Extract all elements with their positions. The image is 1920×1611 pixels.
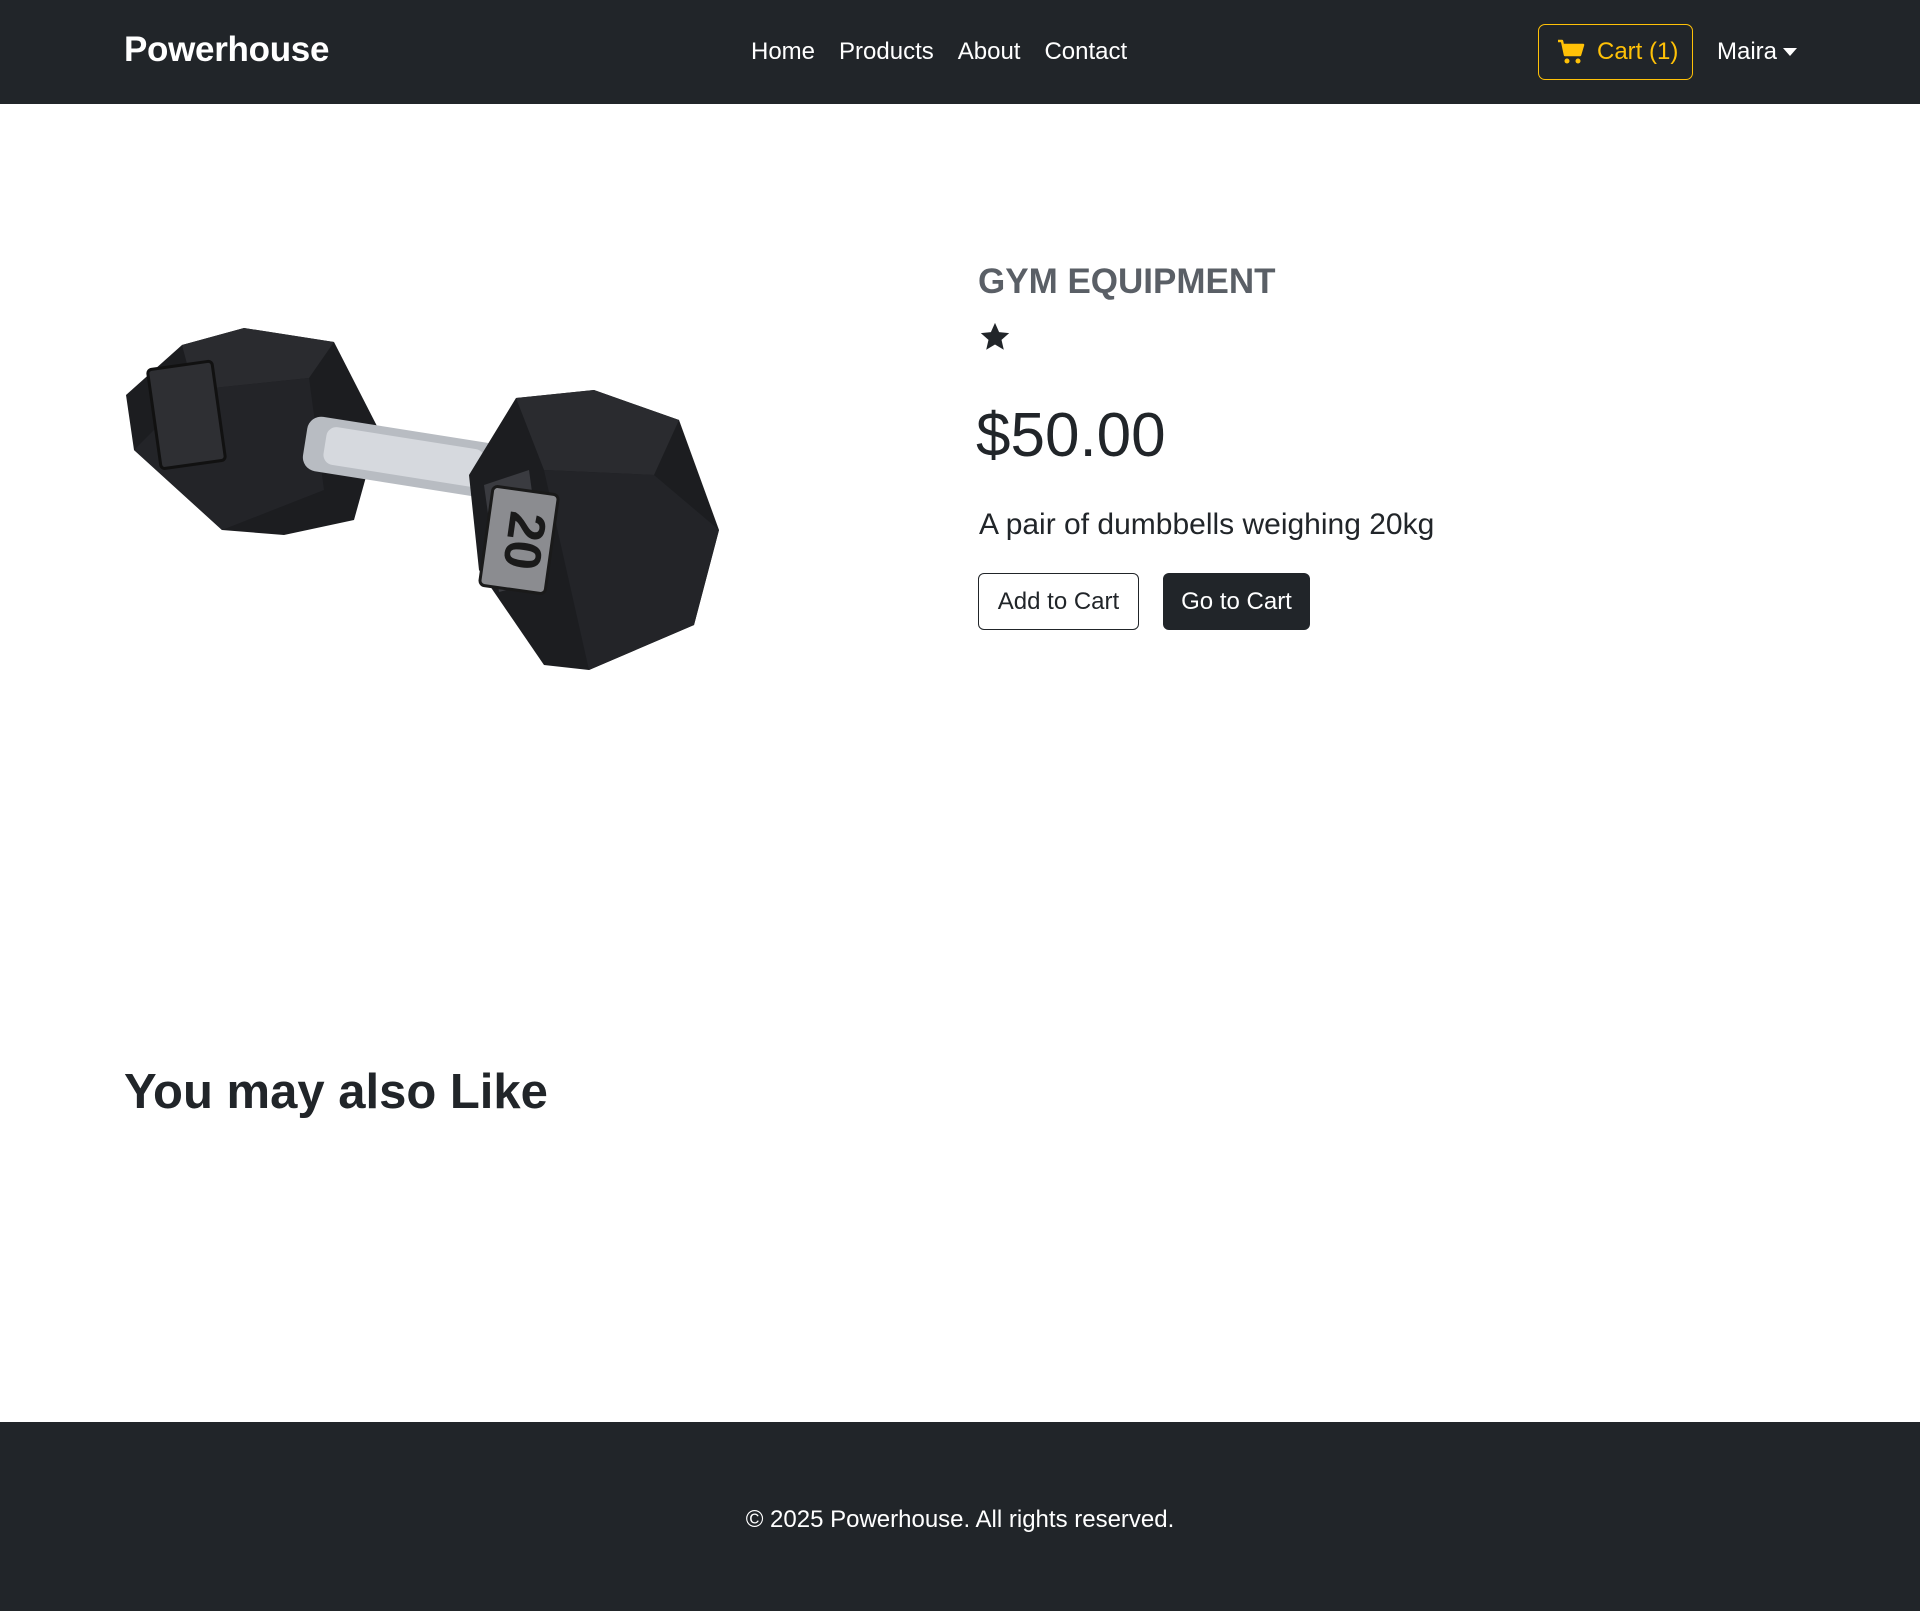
product-price: $50.00 [976, 401, 1166, 470]
chevron-down-icon [1783, 48, 1798, 56]
add-to-cart-button[interactable]: Add to Cart [978, 573, 1139, 630]
nav-link-contact[interactable]: Contact [1044, 38, 1127, 66]
user-dropdown[interactable]: Maira [1717, 38, 1798, 66]
cart-label: Cart (1) [1597, 38, 1679, 65]
footer-copyright: © 2025 Powerhouse. All rights reserved. [745, 1506, 1175, 1533]
product-image: 20 [126, 328, 719, 670]
brand-logo[interactable]: Powerhouse [124, 30, 329, 70]
cart-icon [1558, 39, 1585, 64]
user-name: Maira [1717, 38, 1778, 65]
star-icon [980, 322, 1010, 350]
recommendations-title: You may also Like [124, 1065, 548, 1119]
weight-label: 20 [491, 508, 556, 573]
nav-link-products[interactable]: Products [839, 38, 934, 66]
nav-links: Home Products About Contact [751, 38, 1151, 66]
product-description: A pair of dumbbells weighing 20kg [979, 508, 1435, 541]
nav-link-home[interactable]: Home [751, 38, 815, 66]
go-to-cart-button[interactable]: Go to Cart [1163, 573, 1310, 630]
nav-link-about[interactable]: About [958, 38, 1021, 66]
product-category: GYM EQUIPMENT [978, 262, 1276, 301]
footer: © 2025 Powerhouse. All rights reserved. [0, 1422, 1920, 1611]
cart-button[interactable]: Cart (1) [1538, 24, 1693, 80]
navbar: Powerhouse Home Products About Contact C… [0, 0, 1920, 104]
